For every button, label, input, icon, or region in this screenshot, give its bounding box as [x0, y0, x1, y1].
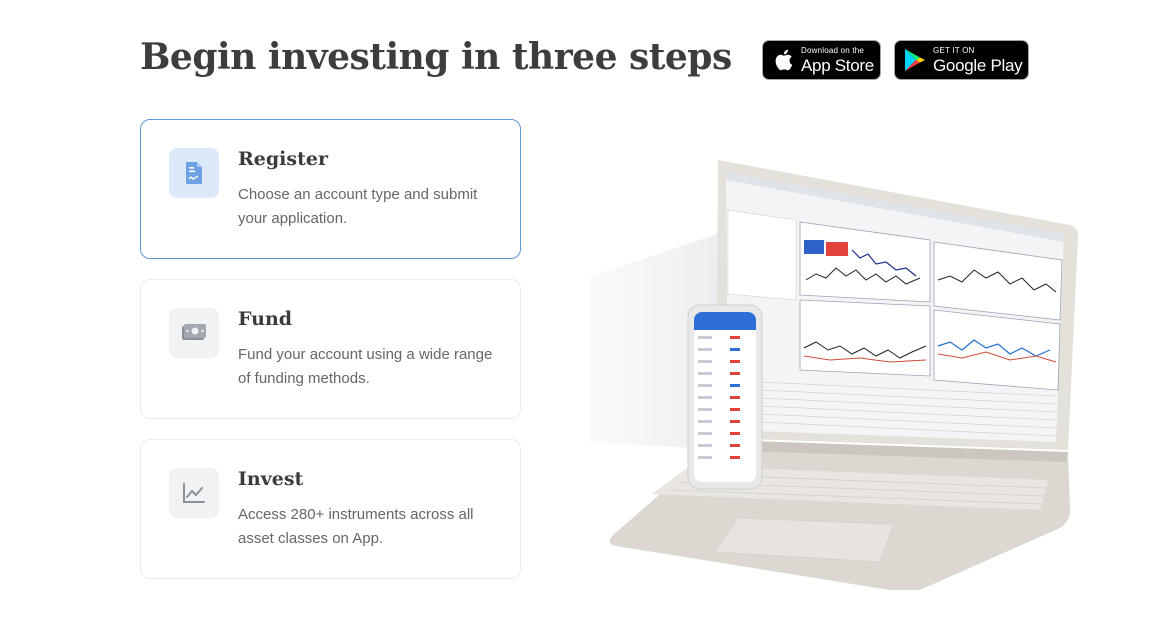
step-description: Fund your account using a wide range of … [238, 346, 493, 387]
step-card-invest[interactable]: Invest Access 280+ instruments across al… [140, 439, 521, 579]
google-play-badge[interactable]: GET IT ON Google Play [894, 40, 1029, 80]
step-title: Register [238, 148, 328, 170]
step-description: Choose an account type and submit your a… [238, 186, 478, 227]
apple-icon [769, 48, 797, 72]
google-play-icon [901, 48, 929, 72]
document-icon [169, 148, 219, 198]
chart-line-icon [169, 468, 219, 518]
step-title: Invest [238, 468, 304, 490]
device-illustration [520, 150, 1090, 593]
step-description: Access 280+ instruments across all asset… [238, 506, 474, 547]
google-play-label: Google Play [933, 55, 1023, 75]
step-card-register[interactable]: Register Choose an account type and subm… [140, 119, 521, 259]
app-store-small-text: Download on the [801, 45, 865, 55]
step-title: Fund [238, 308, 293, 330]
step-card-fund[interactable]: Fund Fund your account using a wide rang… [140, 279, 521, 419]
app-store-badge[interactable]: Download on the App Store [762, 40, 881, 80]
cash-icon [169, 308, 219, 358]
google-play-small-text: GET IT ON [933, 45, 975, 55]
page-title: Begin investing in three steps [140, 36, 732, 78]
app-store-label: App Store [801, 55, 874, 75]
